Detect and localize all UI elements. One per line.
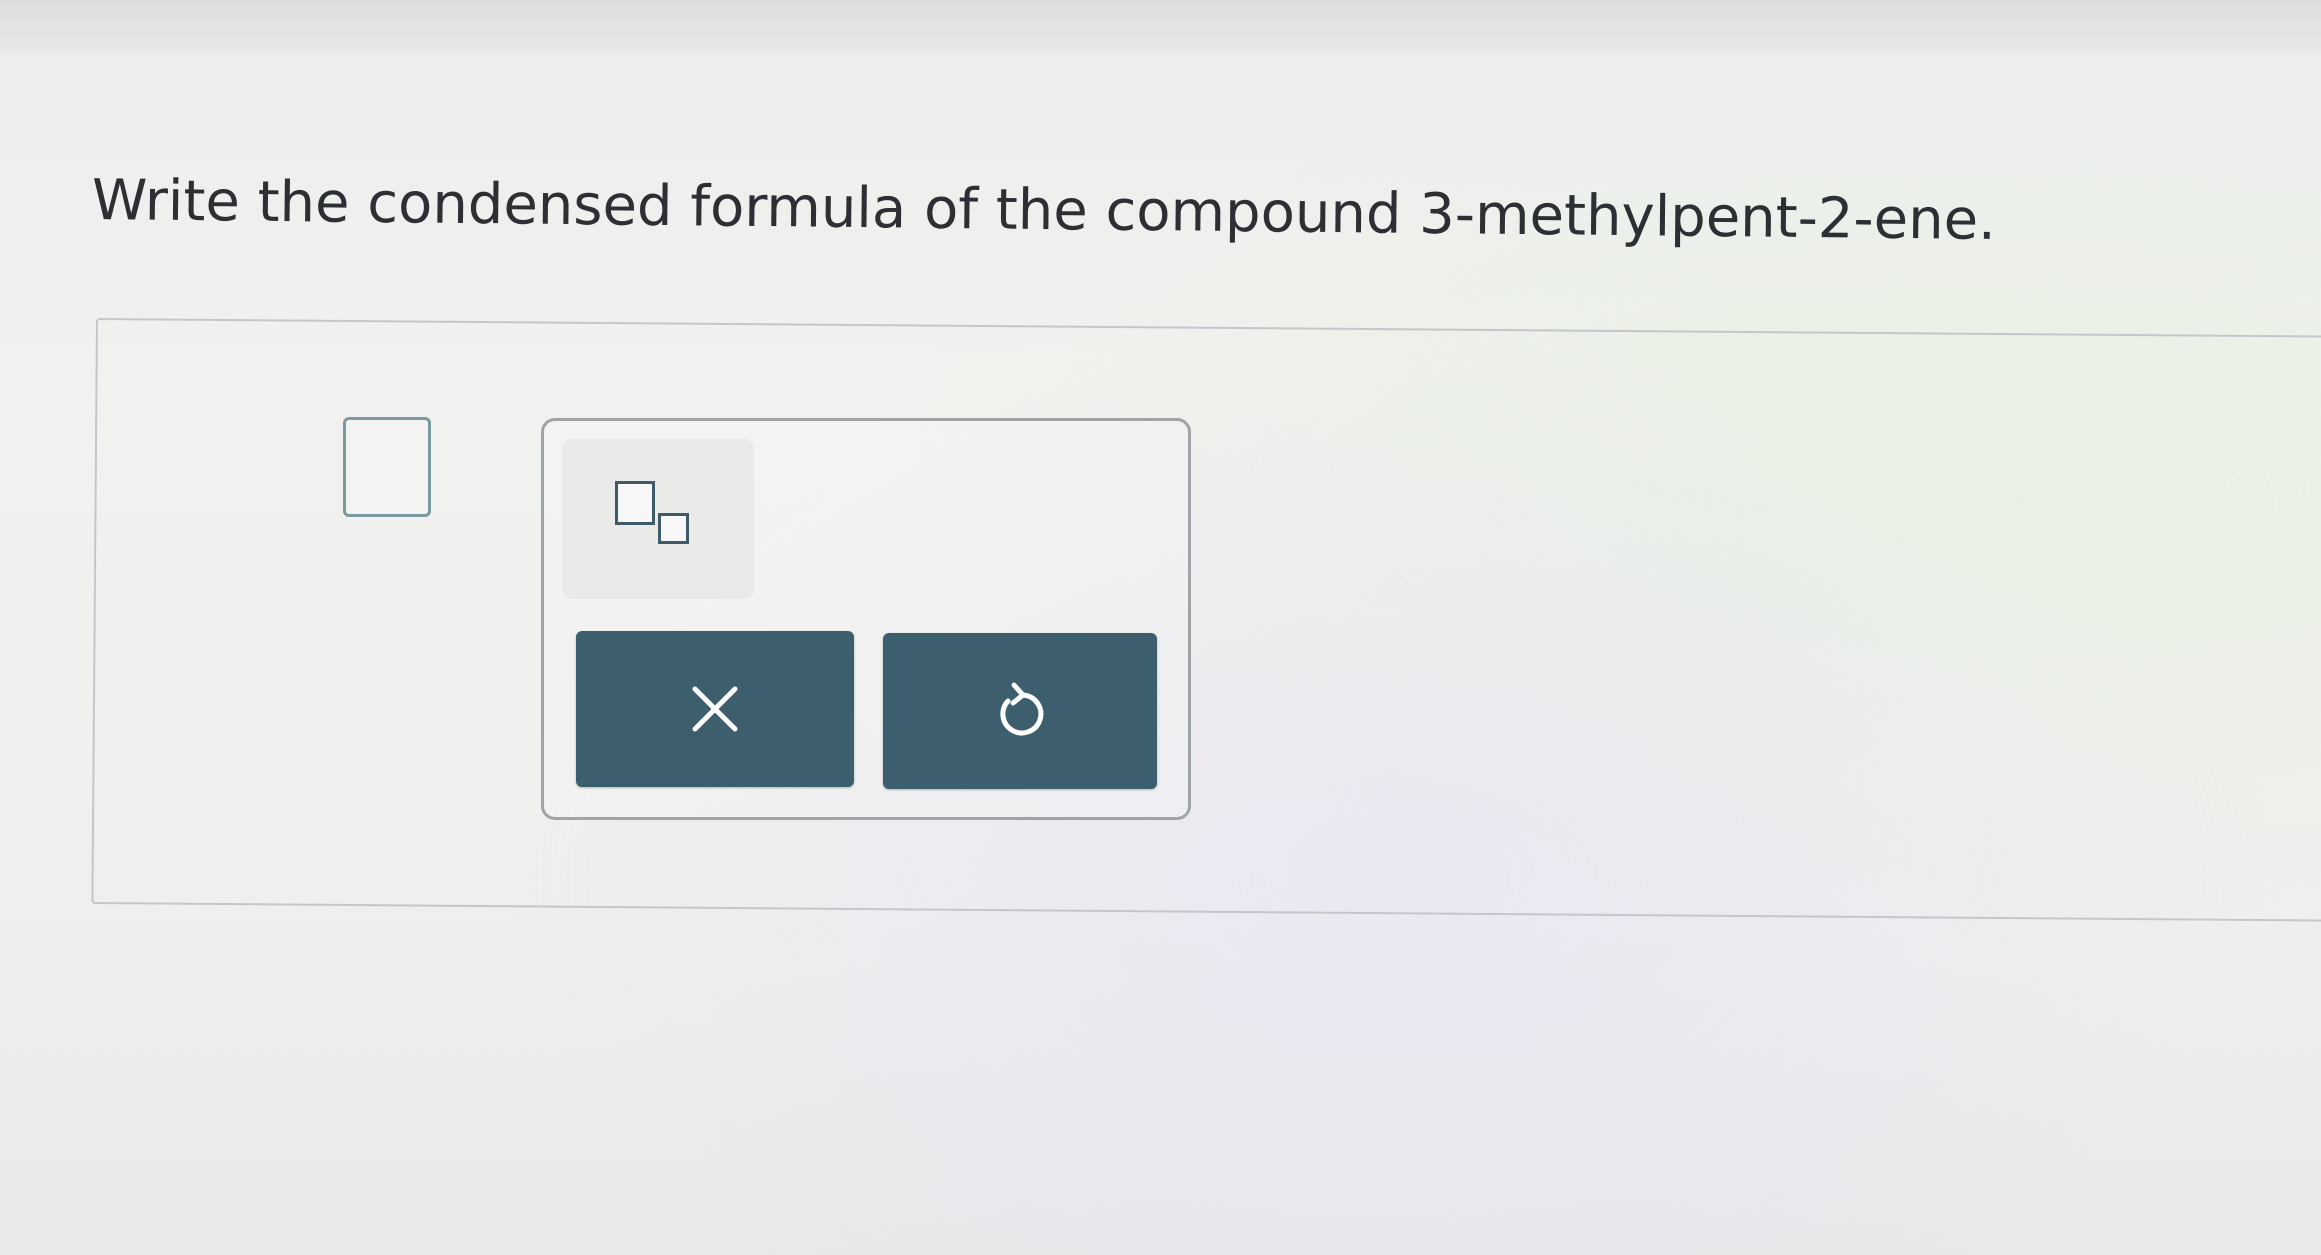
formula-toolbox	[541, 418, 1191, 820]
answer-panel	[91, 318, 2321, 922]
clear-button[interactable]	[576, 631, 854, 787]
x-icon	[687, 681, 743, 737]
subscript-small-box-icon	[658, 513, 689, 544]
question-prompt: Write the condensed formula of the compo…	[91, 168, 1997, 253]
top-strip	[0, 0, 2321, 52]
subscript-tool-button[interactable]	[562, 439, 754, 599]
answer-input[interactable]	[343, 417, 431, 517]
subscript-box-icon	[615, 481, 655, 525]
undo-button[interactable]	[883, 633, 1157, 789]
undo-icon	[990, 679, 1050, 743]
